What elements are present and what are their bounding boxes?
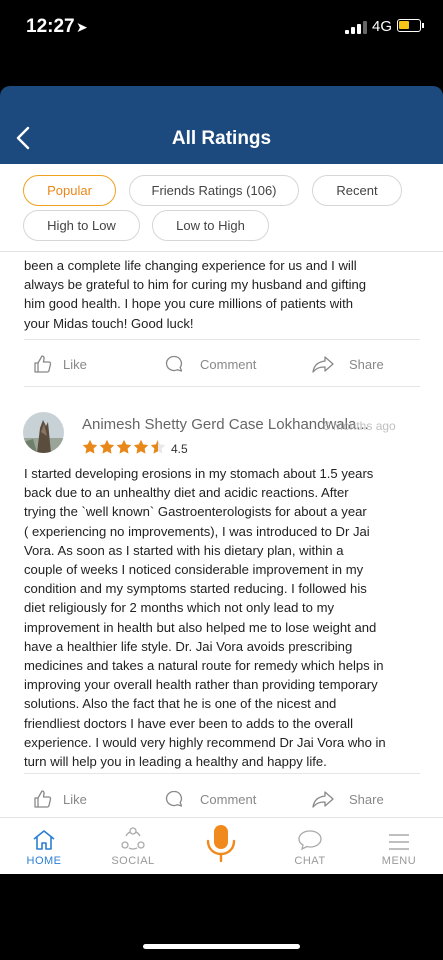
- review-line: have a healthier life style. Dr. Jai Vor…: [24, 638, 353, 654]
- location-arrow-icon: ➤: [76, 19, 88, 35]
- reviewer-avatar[interactable]: [23, 412, 64, 453]
- star-icon: [116, 439, 132, 454]
- status-time: 12:27: [26, 16, 75, 37]
- home-icon: [33, 830, 55, 850]
- chat-icon: [298, 830, 322, 851]
- nav-menu-label: MENU: [381, 855, 417, 867]
- filter-recent[interactable]: Recent: [312, 175, 402, 206]
- review-line: been a complete life changing experience…: [24, 258, 357, 273]
- comment-button[interactable]: Comment: [164, 344, 256, 384]
- share-button[interactable]: Share: [311, 779, 384, 817]
- like-button[interactable]: Like: [33, 779, 87, 817]
- review-line: improving your overall health rather tha…: [24, 677, 378, 693]
- social-icon: [121, 827, 145, 850]
- review-line: friendliest doctors I have ever been to …: [24, 715, 353, 731]
- app-header: All Ratings: [0, 86, 443, 164]
- nav-chat[interactable]: CHAT: [287, 818, 333, 875]
- filter-popular[interactable]: Popular: [23, 175, 116, 206]
- filter-low-to-high[interactable]: Low to High: [152, 210, 269, 241]
- share-label: Share: [349, 791, 384, 807]
- review-text: I started developing erosions in my stom…: [24, 464, 422, 771]
- filter-high-to-low[interactable]: High to Low: [23, 210, 140, 241]
- review-line: ( experiencing no improvements), I was i…: [24, 523, 370, 539]
- review-line: improvement in health but also helped me…: [24, 619, 377, 635]
- nav-menu[interactable]: MENU: [376, 818, 422, 875]
- share-icon: [312, 791, 334, 808]
- review-line: turn will help you in leading a healthy …: [24, 754, 327, 770]
- comment-icon: [165, 790, 183, 807]
- like-label: Like: [63, 791, 87, 807]
- review-line: him good health. I hope you cure million…: [24, 296, 353, 312]
- star-icon: [82, 439, 98, 454]
- filter-friends-ratings[interactable]: Friends Ratings (106): [129, 175, 299, 206]
- battery-icon: [397, 19, 421, 32]
- review-line: condition and my symptoms started reduci…: [24, 581, 367, 597]
- thumbs-up-icon: [34, 790, 52, 808]
- menu-icon: [389, 834, 409, 850]
- page-title: All Ratings: [171, 128, 272, 149]
- review-line: back due to an unhealthy diet and acidic…: [24, 485, 349, 501]
- review-line: your Midas touch! Good luck!: [24, 315, 194, 331]
- nav-chat-label: CHAT: [294, 855, 326, 867]
- signal-icon: [345, 20, 369, 34]
- review-line: couple of weeks I noticed considerable i…: [24, 562, 364, 578]
- like-button[interactable]: Like: [33, 344, 87, 384]
- review-actions: Like Comment Share: [0, 344, 443, 384]
- thumbs-up-icon: [34, 355, 52, 373]
- star-icon: [99, 439, 115, 454]
- review-line: diet religiously for 2 months which not …: [24, 600, 335, 616]
- nav-home-label: HOME: [26, 855, 62, 867]
- nav-social-label: SOCIAL: [111, 855, 155, 867]
- review-text: been a complete life changing experience…: [24, 256, 422, 333]
- comment-label: Comment: [200, 791, 257, 807]
- comment-icon: [165, 355, 183, 372]
- review-time: 6 Months ago: [323, 419, 396, 433]
- half-star-icon: [150, 439, 166, 454]
- star-icon: [133, 439, 149, 454]
- home-indicator: [143, 944, 300, 949]
- divider: [24, 339, 420, 340]
- review-line: solutions. Also the fact that he is one …: [24, 696, 337, 712]
- network-type: 4G: [372, 18, 393, 35]
- share-label: Share: [349, 356, 384, 372]
- nav-home[interactable]: HOME: [22, 818, 66, 875]
- nav-social[interactable]: SOCIAL: [108, 818, 158, 875]
- rating-value: 4.5: [171, 442, 188, 456]
- comment-button[interactable]: Comment: [164, 779, 256, 817]
- reviews-list: been a complete life changing experience…: [0, 252, 443, 817]
- review-line: medicines and takes a natural route for …: [24, 658, 384, 674]
- star-rating: [82, 439, 166, 454]
- comment-label: Comment: [200, 356, 257, 372]
- review-actions: Like Comment Share: [0, 779, 443, 817]
- share-icon: [312, 356, 334, 373]
- review-line: Vora. As soon as I started with his diet…: [24, 542, 344, 558]
- review-line: trying the `well known` Gastroenterologi…: [24, 504, 367, 520]
- review-line: always be grateful to him for curing my …: [24, 277, 367, 293]
- review-line: experience. I would very highly recommen…: [24, 734, 386, 750]
- microphone-icon[interactable]: [197, 817, 245, 865]
- like-label: Like: [63, 356, 87, 372]
- filter-bar: Popular Friends Ratings (106) Recent Hig…: [0, 164, 443, 252]
- share-button[interactable]: Share: [311, 344, 384, 384]
- divider: [24, 773, 420, 774]
- divider: [24, 386, 420, 387]
- status-bar: 12:27 ➤ 4G: [0, 0, 443, 86]
- review-line: I started developing erosions in my stom…: [24, 466, 374, 481]
